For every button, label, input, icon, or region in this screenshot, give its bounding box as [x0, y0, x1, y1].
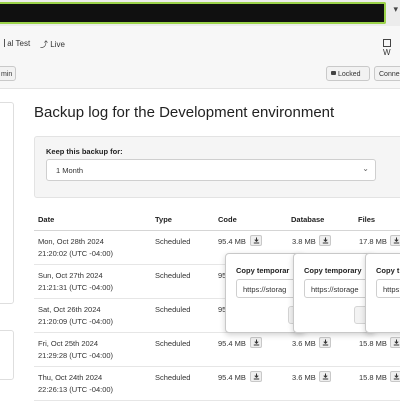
temporary-link-input[interactable]: https:/	[376, 279, 400, 298]
grid-icon	[0, 39, 5, 47]
header-database: Database	[291, 215, 325, 224]
table-row: Fri, Oct 25th 2024 21:29:28 (UTC -04:00)…	[34, 332, 400, 367]
row-date: Thu, Oct 24th 2024	[38, 373, 103, 382]
download-database-button[interactable]	[319, 337, 331, 348]
tab-live[interactable]: ⤴ Live	[40, 39, 65, 50]
download-code-button[interactable]	[250, 235, 262, 246]
download-icon	[322, 373, 328, 380]
popover-title: Copy temporary	[304, 266, 362, 275]
row-time: 21:21:31 (UTC -04:00)	[38, 283, 114, 292]
top-bar: ▾	[0, 0, 400, 27]
download-icon	[393, 339, 399, 346]
row-type: Scheduled	[155, 271, 191, 280]
row-code-size: 95.4 MB	[218, 373, 246, 382]
sidebar-panel	[0, 102, 14, 304]
copy-link-popover-database: Copy temporary https://storage	[293, 253, 375, 333]
download-code-button[interactable]	[250, 337, 262, 348]
retention-panel: Keep this backup for: 1 Month ⌄	[34, 136, 400, 198]
row-database-size: 3.8 MB	[292, 237, 316, 246]
table-header: Date Type Code Database Files	[34, 206, 400, 231]
copy-link-popover-files: Copy t https:/	[365, 253, 400, 333]
row-type: Scheduled	[155, 305, 191, 314]
row-time: 21:20:09 (UTC -04:00)	[38, 317, 114, 326]
row-code-size: 95.4 MB	[218, 339, 246, 348]
header-type: Type	[155, 215, 172, 224]
download-icon	[253, 373, 259, 380]
chevron-down-icon: ⌄	[362, 164, 369, 173]
popover-title: Copy t	[376, 266, 400, 275]
tab-dashboard[interactable]: W	[383, 39, 400, 57]
dashboard-icon	[383, 39, 391, 47]
tab-test[interactable]: al Test	[0, 39, 30, 48]
row-date: Mon, Oct 28th 2024	[38, 237, 104, 246]
connect-button[interactable]: Conne	[374, 66, 400, 81]
download-icon	[393, 237, 399, 244]
user-icon[interactable]: ▾	[393, 4, 398, 15]
retention-select-value: 1 Month	[56, 166, 84, 175]
sidebar-panel-lower	[0, 330, 14, 380]
row-database-size: 3.6 MB	[292, 373, 316, 382]
download-icon	[322, 339, 328, 346]
retention-label: Keep this backup for:	[46, 147, 123, 156]
download-files-button[interactable]	[390, 235, 400, 246]
download-icon	[322, 237, 328, 244]
download-database-button[interactable]	[319, 235, 331, 246]
toolbar: min Locked Conne	[0, 60, 400, 89]
download-icon	[393, 373, 399, 380]
row-type: Scheduled	[155, 339, 191, 348]
download-database-button[interactable]	[319, 371, 331, 382]
download-files-button[interactable]	[390, 371, 400, 382]
terminal-strip	[0, 2, 386, 24]
row-date: Sun, Oct 27th 2024	[38, 271, 103, 280]
retention-select[interactable]: 1 Month ⌄	[46, 159, 376, 181]
row-type: Scheduled	[155, 373, 191, 382]
lightning-icon: ⤴	[40, 40, 48, 49]
row-database-size: 3.6 MB	[292, 339, 316, 348]
header-files: Files	[358, 215, 376, 224]
header-code: Code	[218, 215, 237, 224]
download-code-button[interactable]	[250, 371, 262, 382]
page-title: Backup log for the Development environme…	[34, 104, 335, 121]
header-date: Date	[38, 215, 55, 224]
row-files-size: 15.8 MB	[359, 339, 387, 348]
popover-title: Copy temporar	[236, 266, 290, 275]
row-date: Sat, Oct 26th 2024	[38, 305, 101, 314]
row-time: 21:20:02 (UTC -04:00)	[38, 249, 114, 258]
row-type: Scheduled	[155, 237, 191, 246]
download-icon	[253, 237, 259, 244]
admin-button[interactable]: min	[0, 66, 16, 81]
row-time: 22:26:13 (UTC -04:00)	[38, 385, 114, 394]
row-files-size: 15.8 MB	[359, 373, 387, 382]
environment-nav: al Test ⤴ Live W	[0, 26, 400, 61]
download-icon	[253, 339, 259, 346]
download-files-button[interactable]	[390, 337, 400, 348]
row-code-size: 95.4 MB	[218, 237, 246, 246]
row-files-size: 17.8 MB	[359, 237, 387, 246]
row-time: 21:29:28 (UTC -04:00)	[38, 351, 114, 360]
row-date: Fri, Oct 25th 2024	[38, 339, 99, 348]
locked-button[interactable]: Locked	[326, 66, 370, 81]
table-row: Thu, Oct 24th 2024 22:26:13 (UTC -04:00)…	[34, 366, 400, 401]
lock-icon	[331, 71, 336, 75]
